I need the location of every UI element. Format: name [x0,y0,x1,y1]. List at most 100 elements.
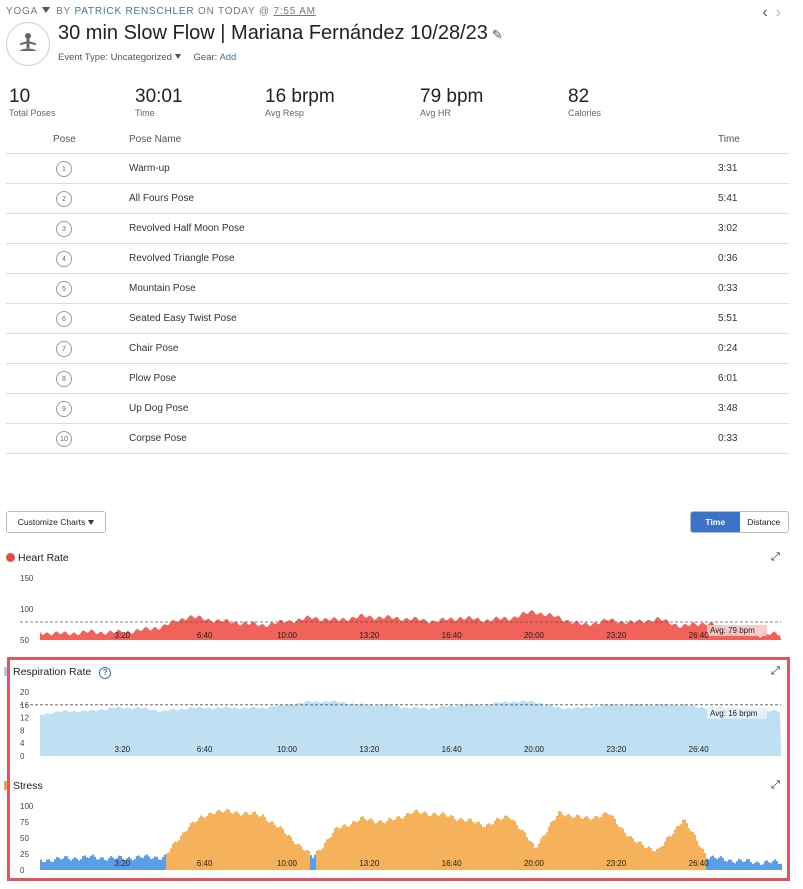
stress-bar [740,859,742,870]
table-row[interactable]: 9 Up Dog Pose 3:48 [6,394,789,424]
table-row[interactable]: 1 Warm-up 3:31 [6,154,789,184]
stress-bar [710,856,712,870]
pose-number-badge: 2 [56,191,72,207]
stress-bar [110,856,112,870]
table-row[interactable]: 4 Revolved Triangle Pose 0:36 [6,244,789,274]
stress-bar [136,855,138,870]
x-tick-label: 6:40 [197,631,213,640]
stress-bar [598,817,600,870]
stress-bar [426,813,428,870]
stress-bar [712,855,714,870]
activity-time[interactable]: 7:55 AM [273,6,315,17]
stress-expand-icon[interactable]: ⤢ [771,779,780,792]
heart-rate-chart[interactable]: 50 100 150 Avg: 79 bpm 3:20 6:40 10:00 13:20 16:… [0,570,803,648]
stress-bar [98,859,100,870]
table-row[interactable]: 10 Corpse Pose 0:33 [6,424,789,454]
stress-bar [744,861,746,870]
series-area [40,610,781,640]
pose-number-badge: 7 [56,341,72,357]
stress-bar [568,814,570,870]
average-label: Avg: 79 bpm [710,626,755,635]
respiration-expand-icon[interactable]: ⤢ [771,665,780,678]
stress-bar [352,821,354,870]
stress-bar [220,811,222,870]
x-tick-label: 23:20 [606,631,627,640]
pose-number-badge: 6 [56,311,72,327]
stress-bar [96,859,98,870]
table-row[interactable]: 3 Revolved Half Moon Pose 3:02 [6,214,789,244]
stress-bar [570,816,572,870]
stat-value: 30:01 [135,86,183,107]
stress-bar [676,826,678,870]
next-activity-icon[interactable]: › [776,4,789,21]
distance-toggle-button[interactable]: Distance [740,512,789,532]
activity-title[interactable]: 30 min Slow Flow | Mariana Fernández 10/… [58,22,503,45]
table-row[interactable]: 2 All Fours Pose 5:41 [6,184,789,214]
stress-bar [494,820,496,870]
respiration-chart[interactable]: 0 4 8 12 16 20 Avg: 16 brpm 3:20 6:40 10:00 13:20 1… [0,684,803,764]
stress-bar [418,812,420,870]
stress-bar [774,859,776,870]
stress-bar [394,819,396,870]
stress-bar [180,835,182,870]
stress-bar [668,835,670,870]
stress-bar [576,814,578,870]
edit-pencil-icon[interactable]: ✎ [492,27,503,42]
stress-bar [550,822,552,870]
author-link[interactable]: PATRICK RENSCHLER [74,6,194,17]
stress-bar [584,817,586,870]
stress-bar [262,814,264,870]
stress-bar [404,815,406,870]
stress-bar [474,823,476,870]
activity-type-caret-icon[interactable] [42,7,51,13]
respiration-chart-title: Respiration Rate? [4,666,112,679]
x-tick-label: 10:00 [277,745,298,754]
stress-bar [592,818,594,870]
stress-bar [478,821,480,870]
stress-bar [322,847,324,870]
table-row[interactable]: 7 Chair Pose 0:24 [6,334,789,364]
pose-name: Mountain Pose [129,283,196,294]
stress-bar [410,814,412,870]
stress-bar [724,861,726,870]
stress-bar [642,845,644,870]
event-type-value[interactable]: Uncategorized [111,52,172,63]
stress-bar [674,829,676,870]
table-row[interactable]: 8 Plow Pose 6:01 [6,364,789,394]
stress-bar [630,835,632,870]
stat-label: Calories [568,108,602,118]
stress-bar [44,861,46,870]
x-tick-label: 10:00 [277,631,298,640]
customize-charts-button[interactable]: Customize Charts [6,511,106,533]
activity-title-text: 30 min Slow Flow | Mariana Fernández 10/… [58,22,488,44]
pose-number-badge: 9 [56,401,72,417]
gear-add-link[interactable]: Add [219,52,236,63]
help-icon[interactable]: ? [99,667,112,679]
stress-bar [504,815,506,870]
y-tick-label: 50 [20,636,29,645]
table-row[interactable]: 5 Mountain Pose 0:33 [6,274,789,304]
stress-bar [434,812,436,870]
table-row[interactable]: 6 Seated Easy Twist Pose 5:51 [6,304,789,334]
event-type-caret-icon[interactable] [174,54,181,59]
previous-activity-icon[interactable]: ‹ [762,4,775,21]
stress-chart[interactable]: 0 25 50 75 100 3:20 6:40 10:00 13:20 16:40 20:00 23… [0,798,803,878]
stress-bar [66,856,68,870]
stress-bar [718,857,720,870]
x-tick-label: 23:20 [606,859,627,868]
heart-rate-expand-icon[interactable]: ⤢ [771,551,780,564]
pose-name: Up Dog Pose [129,403,189,414]
stress-bar [162,857,164,870]
stress-bar [672,834,674,870]
pose-name: Revolved Triangle Pose [129,253,235,264]
activity-type-label[interactable]: YOGA [6,6,38,17]
stress-bar [562,814,564,870]
stress-bar [464,821,466,870]
stress-bar [346,826,348,870]
stress-bar [780,863,782,870]
time-toggle-button[interactable]: Time [691,512,740,532]
stress-bar [84,855,86,870]
stress-bar [628,836,630,870]
stat-total-poses: 10 Total Poses [9,86,56,118]
pose-table-body: 1 Warm-up 3:31 2 All Fours Pose 5:41 3 Revolved… [6,154,789,454]
